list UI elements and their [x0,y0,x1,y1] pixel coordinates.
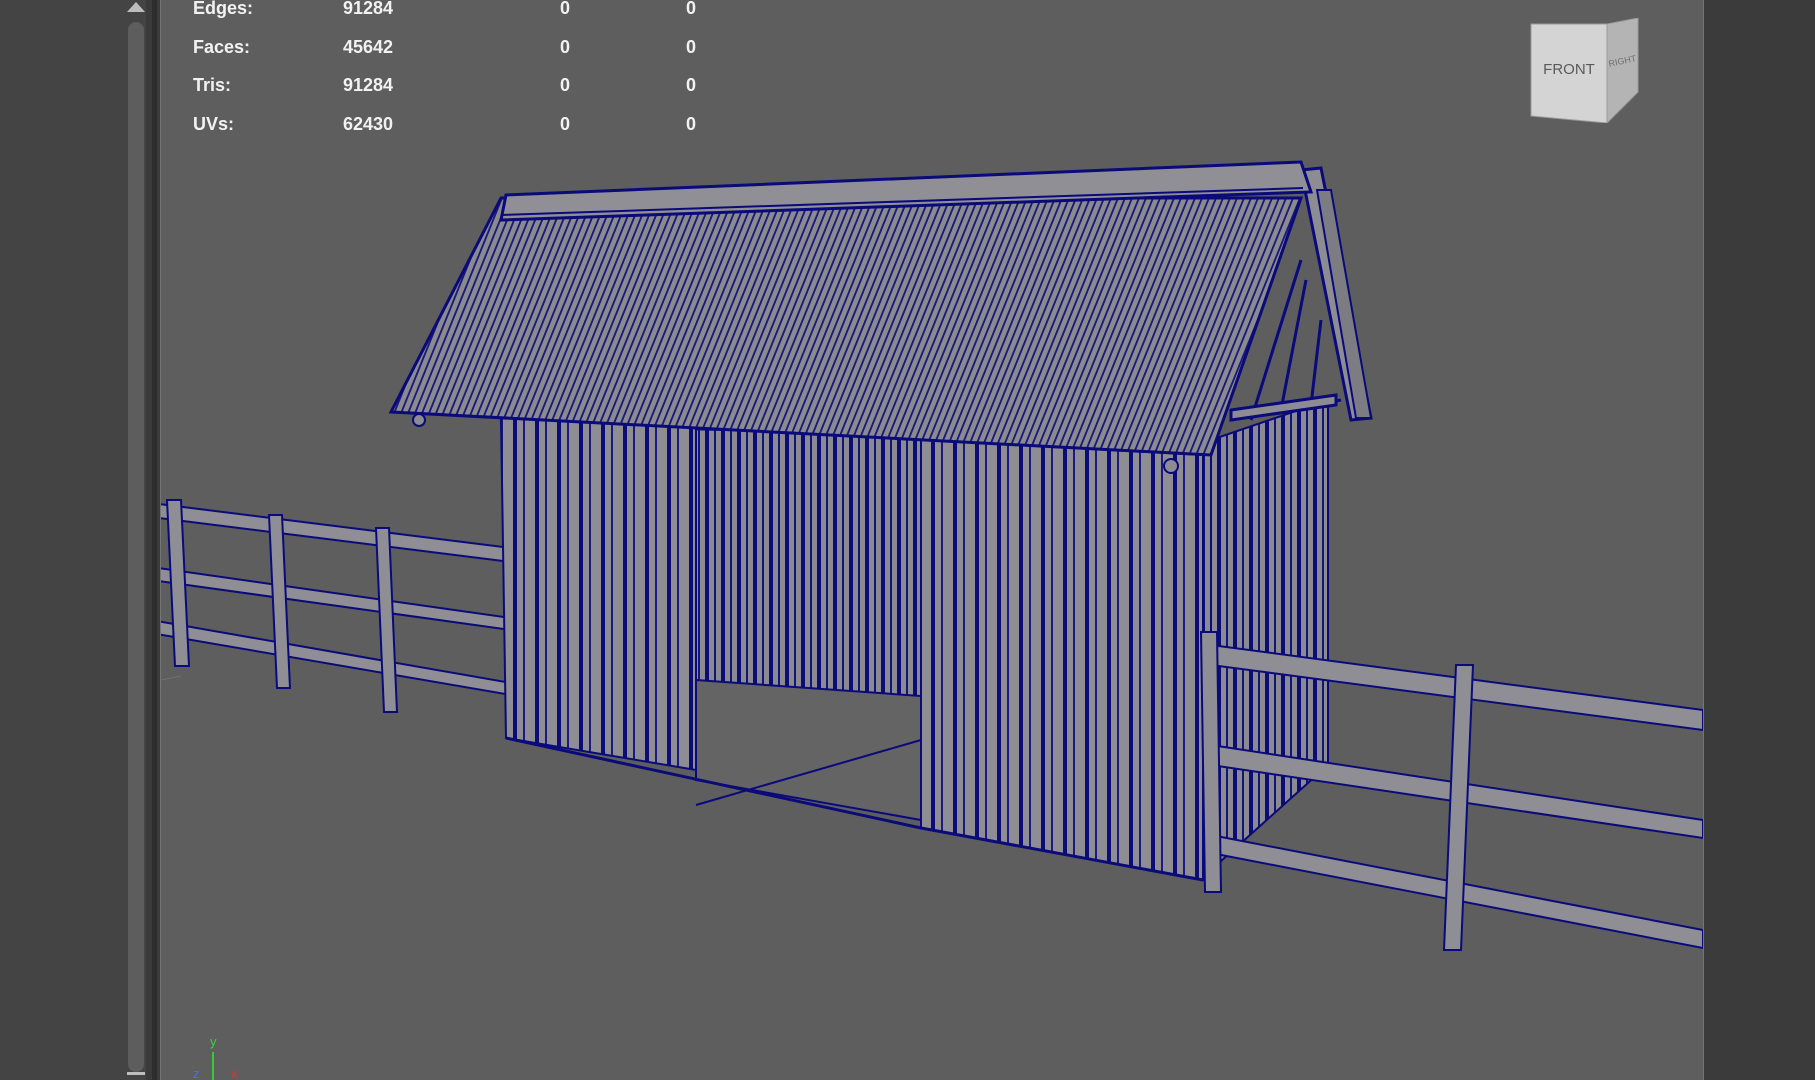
hud-value: 0 [686,36,697,57]
hud-label: Faces: [193,36,251,57]
hud-label: Tris: [193,75,232,95]
axis-gizmo-icon: y z x [193,1034,238,1080]
viewcube-front-label[interactable]: FRONT [1543,61,1595,78]
barn-model-wireframe[interactable] [161,0,1703,1080]
hud-value: 0 [560,0,571,18]
viewcube-icon[interactable]: FRONT RIGHT [1521,18,1646,123]
hud-value: 62430 [343,113,394,134]
hud-value: 0 [560,36,571,57]
hud-value: 0 [686,113,697,134]
panel-divider[interactable] [152,0,157,1080]
hud-value: 0 [686,75,697,95]
scroll-down-marker[interactable] [127,1072,145,1075]
hud-value: 91284 [343,0,394,18]
left-fence [161,499,512,713]
hud-value: 91284 [343,75,394,95]
axis-y-label: y [210,1034,217,1049]
scrollbar-thumb[interactable] [128,22,144,1072]
scroll-up-arrow-icon[interactable] [127,2,145,12]
hud-value: 0 [686,0,697,18]
3d-viewport[interactable]: Edges: 91284 0 0 Faces: 45642 0 0 Tris: … [160,0,1704,1080]
hud-label: UVs: [193,113,235,134]
right-panel [1704,0,1815,1080]
hud-value: 0 [560,75,571,95]
axis-z-label: z [193,1066,200,1080]
hud-value: 45642 [343,36,394,57]
hud-value: 0 [560,113,571,134]
axis-x-label: x [231,1066,238,1080]
hud-label: Edges: [193,0,254,18]
left-panel [0,0,126,1080]
